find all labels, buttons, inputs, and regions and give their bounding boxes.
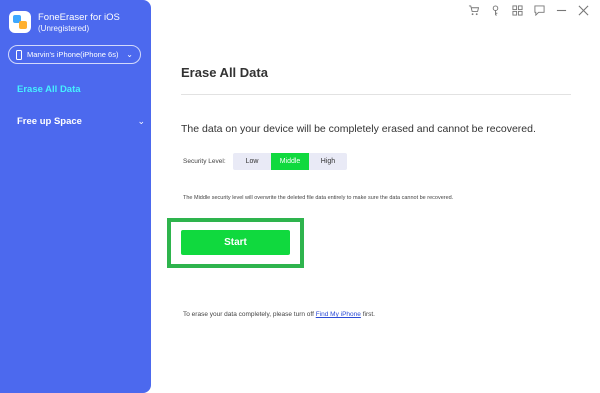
grid-icon[interactable] [510,5,524,19]
divider [181,94,571,95]
cart-icon[interactable] [466,5,480,19]
footer-text-suffix: first. [360,311,375,318]
level-middle-button[interactable]: Middle [271,153,309,170]
security-level-label: Security Level: [183,158,226,165]
start-button[interactable]: Start [181,230,290,255]
sidebar-item-free-up-space[interactable]: Free up Space ⌄ [17,116,145,127]
sidebar: FoneEraser for iOS (Unregistered) Marvin… [0,0,151,393]
find-my-iphone-link[interactable]: Find My iPhone [316,311,361,318]
close-icon[interactable] [576,5,590,19]
device-selector[interactable]: Marvin's iPhone(iPhone 6s) ⌄ [8,45,141,64]
level-low-button[interactable]: Low [233,153,271,170]
feedback-icon[interactable] [532,5,546,19]
page-title: Erase All Data [181,65,268,80]
level-high-button[interactable]: High [309,153,347,170]
erase-warning-text: The data on your device will be complete… [181,123,536,135]
app-title: FoneEraser for iOS [38,12,120,23]
sidebar-item-erase-all-data[interactable]: Erase All Data [17,84,81,95]
footer-text-prefix: To erase your data completely, please tu… [183,311,316,318]
chevron-down-icon[interactable]: ⌄ [126,50,133,59]
key-icon[interactable] [488,5,502,19]
app-subtitle: (Unregistered) [38,24,90,33]
phone-icon [16,49,22,60]
minimize-icon[interactable] [554,5,568,19]
sidebar-item-label: Erase All Data [17,84,81,95]
chevron-down-icon[interactable]: ⌄ [137,116,145,127]
window-controls [466,5,590,19]
app-logo-icon [9,11,31,33]
footer-note: To erase your data completely, please tu… [183,311,375,318]
sidebar-item-label: Free up Space [17,116,82,127]
device-name: Marvin's iPhone(iPhone 6s) [27,50,119,59]
security-level-selector: Low Middle High [233,153,347,170]
security-level-description: The Middle security level will overwrite… [183,195,454,201]
